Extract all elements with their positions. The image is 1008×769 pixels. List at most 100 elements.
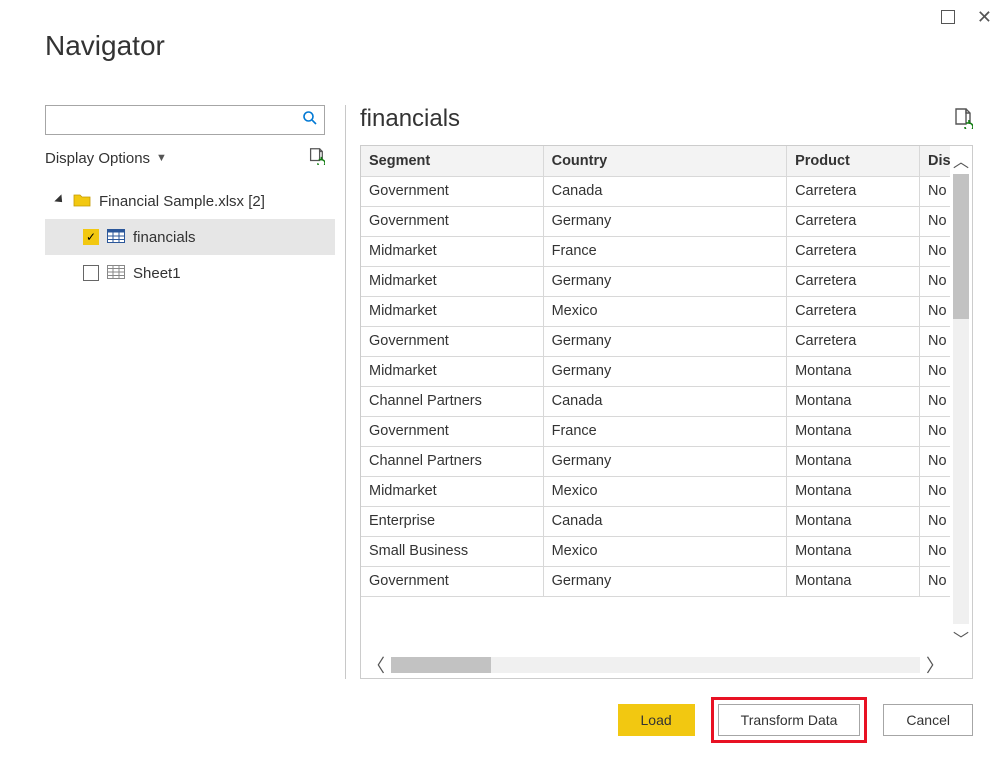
table-cell[interactable]: France — [543, 236, 786, 266]
table-row[interactable]: Channel PartnersGermanyMontanaNo — [361, 446, 950, 476]
scroll-up-icon[interactable]: ︿ — [953, 146, 969, 174]
table-row[interactable]: EnterpriseCanadaMontanaNo — [361, 506, 950, 536]
table-cell[interactable]: Germany — [543, 356, 786, 386]
table-row[interactable]: MidmarketGermanyCarreteraNo — [361, 266, 950, 296]
table-cell[interactable]: Canada — [543, 176, 786, 206]
table-cell[interactable]: Montana — [787, 566, 920, 596]
table-cell[interactable]: Montana — [787, 506, 920, 536]
table-cell[interactable]: Germany — [543, 566, 786, 596]
search-icon[interactable] — [302, 110, 318, 131]
table-cell[interactable]: Midmarket — [361, 356, 543, 386]
table-cell[interactable]: No — [920, 386, 950, 416]
table-cell[interactable]: Carretera — [787, 296, 920, 326]
table-cell[interactable]: Montana — [787, 356, 920, 386]
window-close-button[interactable]: ✕ — [977, 10, 992, 24]
scroll-track[interactable] — [953, 174, 969, 624]
table-cell[interactable]: No — [920, 506, 950, 536]
vertical-scrollbar[interactable]: ︿ ﹀ — [950, 146, 972, 652]
table-cell[interactable]: Government — [361, 416, 543, 446]
table-cell[interactable]: No — [920, 326, 950, 356]
table-row[interactable]: MidmarketGermanyMontanaNo — [361, 356, 950, 386]
transform-data-button[interactable]: Transform Data — [718, 704, 861, 736]
table-cell[interactable]: Germany — [543, 266, 786, 296]
table-row[interactable]: MidmarketMexicoCarreteraNo — [361, 296, 950, 326]
table-cell[interactable]: Midmarket — [361, 296, 543, 326]
table-cell[interactable]: Canada — [543, 386, 786, 416]
table-cell[interactable]: Channel Partners — [361, 446, 543, 476]
search-box[interactable] — [45, 105, 325, 135]
table-cell[interactable]: Government — [361, 326, 543, 356]
table-cell[interactable]: No — [920, 416, 950, 446]
column-header[interactable]: Segment — [361, 146, 543, 176]
column-header[interactable]: Product — [787, 146, 920, 176]
table-cell[interactable]: Mexico — [543, 536, 786, 566]
table-cell[interactable]: No — [920, 536, 950, 566]
table-row[interactable]: GovernmentGermanyCarreteraNo — [361, 206, 950, 236]
load-button[interactable]: Load — [618, 704, 695, 736]
checkbox-sheet1[interactable] — [83, 265, 99, 281]
checkbox-financials[interactable]: ✓ — [83, 229, 99, 245]
column-header[interactable]: Country — [543, 146, 786, 176]
column-header[interactable]: Discou — [920, 146, 950, 176]
table-cell[interactable]: Government — [361, 206, 543, 236]
table-cell[interactable]: Montana — [787, 446, 920, 476]
table-cell[interactable]: Mexico — [543, 296, 786, 326]
table-row[interactable]: GovernmentGermanyCarreteraNo — [361, 326, 950, 356]
scroll-down-icon[interactable]: ﹀ — [953, 624, 969, 652]
table-cell[interactable]: Montana — [787, 386, 920, 416]
table-cell[interactable]: No — [920, 356, 950, 386]
expand-collapse-icon[interactable] — [54, 194, 65, 205]
table-row[interactable]: MidmarketMexicoMontanaNo — [361, 476, 950, 506]
table-cell[interactable]: Midmarket — [361, 236, 543, 266]
table-cell[interactable]: Government — [361, 566, 543, 596]
scroll-thumb[interactable] — [953, 174, 969, 319]
table-cell[interactable]: Carretera — [787, 326, 920, 356]
table-cell[interactable]: Small Business — [361, 536, 543, 566]
table-cell[interactable]: Canada — [543, 506, 786, 536]
table-row[interactable]: GovernmentFranceMontanaNo — [361, 416, 950, 446]
cancel-button[interactable]: Cancel — [883, 704, 973, 736]
refresh-preview-icon[interactable] — [953, 107, 973, 132]
table-cell[interactable]: No — [920, 206, 950, 236]
table-row[interactable]: GovernmentCanadaCarreteraNo — [361, 176, 950, 206]
table-cell[interactable]: No — [920, 296, 950, 326]
table-cell[interactable]: No — [920, 446, 950, 476]
table-cell[interactable]: Midmarket — [361, 266, 543, 296]
table-cell[interactable]: Carretera — [787, 236, 920, 266]
tree-item-financials[interactable]: ✓ financials — [45, 219, 335, 255]
table-cell[interactable]: No — [920, 476, 950, 506]
search-input[interactable] — [54, 111, 302, 129]
scroll-right-icon[interactable]: 〉 — [920, 652, 950, 678]
tree-item-sheet1[interactable]: Sheet1 — [45, 255, 335, 291]
horizontal-scrollbar[interactable]: 〈 〉 — [361, 652, 950, 678]
table-cell[interactable]: No — [920, 236, 950, 266]
table-cell[interactable]: No — [920, 266, 950, 296]
table-cell[interactable]: Carretera — [787, 176, 920, 206]
table-cell[interactable]: Germany — [543, 446, 786, 476]
table-cell[interactable]: France — [543, 416, 786, 446]
table-row[interactable]: Channel PartnersCanadaMontanaNo — [361, 386, 950, 416]
scroll-left-icon[interactable]: 〈 — [361, 652, 391, 678]
scroll-thumb[interactable] — [391, 657, 491, 673]
table-row[interactable]: Small BusinessMexicoMontanaNo — [361, 536, 950, 566]
table-cell[interactable]: Germany — [543, 206, 786, 236]
table-cell[interactable]: Germany — [543, 326, 786, 356]
scroll-track[interactable] — [391, 657, 920, 673]
table-cell[interactable]: No — [920, 176, 950, 206]
table-cell[interactable]: Midmarket — [361, 476, 543, 506]
table-cell[interactable]: Mexico — [543, 476, 786, 506]
table-cell[interactable]: Montana — [787, 476, 920, 506]
table-cell[interactable]: Montana — [787, 536, 920, 566]
table-cell[interactable]: Enterprise — [361, 506, 543, 536]
window-restore-button[interactable] — [941, 10, 955, 24]
table-cell[interactable]: Government — [361, 176, 543, 206]
display-options-dropdown[interactable]: Display Options ▼ — [45, 150, 167, 167]
table-row[interactable]: GovernmentGermanyMontanaNo — [361, 566, 950, 596]
table-row[interactable]: MidmarketFranceCarreteraNo — [361, 236, 950, 266]
table-cell[interactable]: Channel Partners — [361, 386, 543, 416]
table-cell[interactable]: No — [920, 566, 950, 596]
table-cell[interactable]: Carretera — [787, 206, 920, 236]
tree-root-file[interactable]: Financial Sample.xlsx [2] — [45, 183, 335, 219]
refresh-icon[interactable] — [307, 147, 325, 169]
table-cell[interactable]: Montana — [787, 416, 920, 446]
